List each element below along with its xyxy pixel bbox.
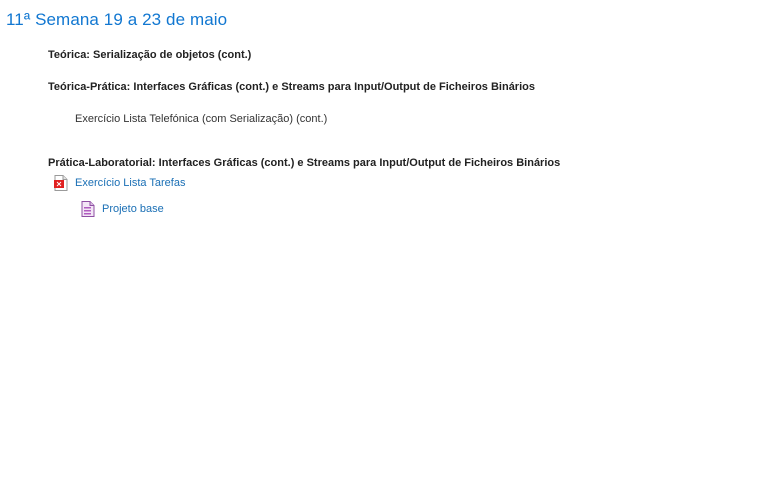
heading-teorica: Teórica: Serialização de objetos (cont.) bbox=[48, 49, 252, 61]
activity-label[interactable]: Projeto base bbox=[102, 203, 164, 215]
archive-icon bbox=[81, 201, 95, 217]
section-title: 11ª Semana 19 a 23 de maio bbox=[6, 10, 228, 29]
activity-projeto-base[interactable]: Projeto base bbox=[81, 201, 164, 217]
exercise-text: Exercício Lista Telefónica (com Serializ… bbox=[75, 113, 328, 125]
week-section: 11ª Semana 19 a 23 de maio Teórica: Seri… bbox=[0, 0, 784, 486]
pdf-icon bbox=[54, 175, 68, 191]
activity-label[interactable]: Exercício Lista Tarefas bbox=[75, 177, 185, 189]
heading-pratica-laboratorial: Prática-Laboratorial: Interfaces Gráfica… bbox=[48, 157, 561, 169]
heading-teorico-pratica: Teórica-Prática: Interfaces Gráficas (co… bbox=[48, 81, 535, 93]
activity-exercicio-lista-tarefas[interactable]: Exercício Lista Tarefas bbox=[54, 175, 185, 191]
